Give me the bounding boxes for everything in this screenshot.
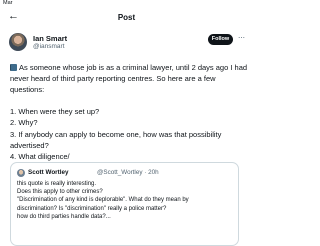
status-bar-app-name: Mar bbox=[3, 0, 13, 6]
post-line-1: As someone whose job is as a criminal la… bbox=[10, 62, 252, 73]
book-emoji-icon bbox=[10, 64, 17, 71]
quoted-line: "Discrimination of any kind is deplorabl… bbox=[17, 197, 189, 204]
follow-button[interactable]: Follow bbox=[208, 34, 233, 45]
quoted-post[interactable]: Scott Wortley @Scott_Wortley · 20h this … bbox=[10, 162, 239, 246]
page-title: Post bbox=[117, 13, 136, 22]
post-line-3: questions: bbox=[10, 85, 45, 95]
quoted-text: this quote is really interesting. Does t… bbox=[17, 180, 237, 221]
quoted-line: this quote is really interesting. bbox=[17, 181, 97, 187]
more-dots-icon[interactable]: ⋯ bbox=[238, 34, 246, 42]
quoted-avatar bbox=[17, 169, 25, 177]
post-line-8: advertised? bbox=[10, 140, 49, 150]
quoted-line: how do third parties handle data?... bbox=[17, 213, 111, 220]
quoted-line: discrimination? Is "discrimination" real… bbox=[17, 205, 167, 212]
author-name[interactable]: Ian Smart bbox=[33, 34, 67, 43]
avatar[interactable] bbox=[9, 33, 27, 51]
quoted-author-name: Scott Wortley bbox=[28, 169, 69, 176]
quoted-line: Does this apply to other crimes? bbox=[17, 189, 103, 196]
author-handle[interactable]: @iansmart bbox=[33, 43, 65, 50]
quoted-author-meta: @Scott_Wortley · 20h bbox=[97, 169, 159, 176]
post-line-2: never heard of third party reporting cen… bbox=[10, 74, 216, 84]
post-line-7: 3. If anybody can apply to become one, h… bbox=[10, 129, 222, 139]
top-bar: ← Post bbox=[0, 7, 253, 29]
post-line-6: 2. Why? bbox=[10, 118, 38, 128]
post-text: As someone whose job is as a criminal la… bbox=[10, 62, 252, 162]
post-line-9: 4. What diligence/ bbox=[10, 151, 70, 161]
post-line-5: 1. When were they set up? bbox=[10, 107, 100, 117]
